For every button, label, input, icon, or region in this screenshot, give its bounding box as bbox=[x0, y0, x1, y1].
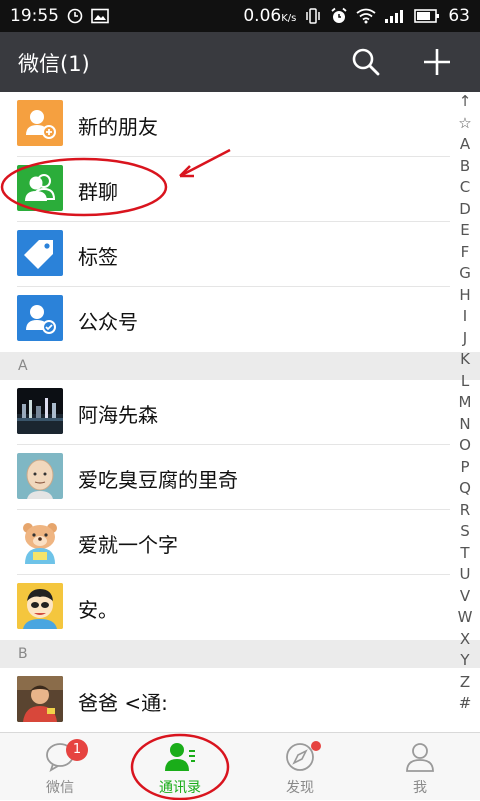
index-letter[interactable]: P bbox=[451, 458, 479, 476]
contact-row[interactable]: 阿海先森 bbox=[0, 380, 450, 445]
contact-name: 阿海先森 bbox=[78, 403, 158, 427]
tab-contacts[interactable]: 通讯录 bbox=[120, 733, 240, 801]
index-letter[interactable]: F bbox=[451, 243, 479, 261]
contact-row[interactable]: 爸爸 <通: bbox=[0, 668, 450, 732]
index-letter[interactable]: E bbox=[451, 221, 479, 239]
index-letter[interactable]: U bbox=[451, 565, 479, 583]
tab-me[interactable]: 我 bbox=[360, 733, 480, 801]
signal-icon bbox=[385, 10, 404, 23]
list-item-label: 标签 bbox=[78, 245, 118, 269]
app-header: 微信(1) bbox=[0, 32, 480, 92]
list-item-label: 新的朋友 bbox=[78, 115, 158, 139]
index-letter[interactable]: M bbox=[451, 393, 479, 411]
clock-icon bbox=[67, 8, 83, 24]
new-friend-icon bbox=[17, 100, 63, 146]
tab-chats[interactable]: 1 微信 bbox=[0, 733, 120, 801]
vibrate-icon bbox=[306, 8, 321, 24]
list-item-official-accounts[interactable]: 公众号 bbox=[0, 287, 450, 352]
contact-name: 爱吃臭豆腐的里奇 bbox=[78, 468, 238, 492]
network-speed: 0.06K/s bbox=[243, 6, 297, 26]
tab-label: 发现 bbox=[286, 780, 314, 796]
battery-icon bbox=[414, 9, 440, 23]
list-item-new-friends[interactable]: 新的朋友 bbox=[0, 92, 450, 157]
person-icon bbox=[406, 743, 434, 772]
alphabet-index[interactable]: ↑ ☆ A B C D E F G H I J K L M N O P Q R S T U V W X Y Z # bbox=[451, 92, 479, 732]
status-bar: 19:55 0.06K/s 63 bbox=[0, 0, 480, 32]
index-letter[interactable]: Q bbox=[451, 479, 479, 497]
night-scene-avatar bbox=[17, 388, 63, 434]
contact-name: 爱就一个字 bbox=[78, 533, 178, 557]
index-letter[interactable]: ☆ bbox=[451, 114, 479, 132]
group-chat-icon bbox=[17, 165, 63, 211]
tab-label: 通讯录 bbox=[159, 780, 201, 796]
tab-bar: 1 微信 通讯录 发现 我 bbox=[0, 732, 480, 800]
index-letter[interactable]: Z bbox=[451, 673, 479, 691]
cartoon-boy-avatar bbox=[17, 583, 63, 629]
index-letter[interactable]: C bbox=[451, 178, 479, 196]
list-item-group-chat[interactable]: 群聊 bbox=[0, 157, 450, 222]
index-letter[interactable]: G bbox=[451, 264, 479, 282]
index-letter[interactable]: I bbox=[451, 307, 479, 325]
notification-dot bbox=[311, 741, 321, 751]
search-icon[interactable] bbox=[350, 46, 382, 78]
page-title: 微信(1) bbox=[18, 52, 90, 76]
index-letter[interactable]: O bbox=[451, 436, 479, 454]
image-icon bbox=[91, 8, 109, 24]
list-item-tags[interactable]: 标签 bbox=[0, 222, 450, 287]
contact-row[interactable]: 安。 bbox=[0, 575, 450, 640]
index-letter[interactable]: N bbox=[451, 415, 479, 433]
index-letter[interactable]: K bbox=[451, 350, 479, 368]
index-letter[interactable]: B bbox=[451, 157, 479, 175]
index-letter[interactable]: W bbox=[451, 608, 479, 626]
section-header-b: B bbox=[0, 640, 480, 668]
index-letter[interactable]: L bbox=[451, 372, 479, 390]
bear-cartoon-avatar bbox=[17, 518, 63, 564]
index-letter[interactable]: T bbox=[451, 544, 479, 562]
contact-name: 爸爸 <通: bbox=[78, 691, 168, 715]
list-item-label: 公众号 bbox=[78, 310, 138, 334]
index-letter[interactable]: J bbox=[451, 329, 479, 347]
unread-badge: 1 bbox=[66, 739, 88, 761]
bald-cartoon-avatar bbox=[17, 453, 63, 499]
official-account-icon bbox=[17, 295, 63, 341]
battery-level: 63 bbox=[448, 6, 470, 26]
boy-photo-avatar bbox=[17, 676, 63, 722]
index-letter[interactable]: V bbox=[451, 587, 479, 605]
status-time: 19:55 bbox=[10, 6, 59, 26]
index-letter[interactable]: A bbox=[451, 135, 479, 153]
alarm-icon bbox=[331, 7, 347, 23]
list-item-label: 群聊 bbox=[78, 180, 118, 204]
index-letter[interactable]: # bbox=[451, 694, 479, 712]
tab-label: 微信 bbox=[46, 780, 74, 796]
index-letter[interactable]: D bbox=[451, 200, 479, 218]
contacts-icon bbox=[165, 743, 195, 771]
section-header-a: A bbox=[0, 352, 480, 380]
index-letter[interactable]: S bbox=[451, 522, 479, 540]
tab-label: 我 bbox=[413, 780, 427, 796]
wifi-icon bbox=[356, 8, 376, 24]
index-letter[interactable]: R bbox=[451, 501, 479, 519]
tab-discover[interactable]: 发现 bbox=[240, 733, 360, 801]
contact-row[interactable]: 爱吃臭豆腐的里奇 bbox=[0, 445, 450, 510]
contact-name: 安。 bbox=[78, 598, 118, 622]
index-letter[interactable]: H bbox=[451, 286, 479, 304]
tag-icon bbox=[17, 230, 63, 276]
index-letter[interactable]: ↑ bbox=[451, 92, 479, 110]
contact-row[interactable]: 爱就一个字 bbox=[0, 510, 450, 575]
index-letter[interactable]: X bbox=[451, 630, 479, 648]
plus-icon[interactable] bbox=[421, 46, 453, 78]
index-letter[interactable]: Y bbox=[451, 651, 479, 669]
contacts-list: 新的朋友 群聊 标签 公众号 A 阿海先森 爱吃臭豆腐的里奇 爱就一个字 安。 … bbox=[0, 92, 480, 732]
